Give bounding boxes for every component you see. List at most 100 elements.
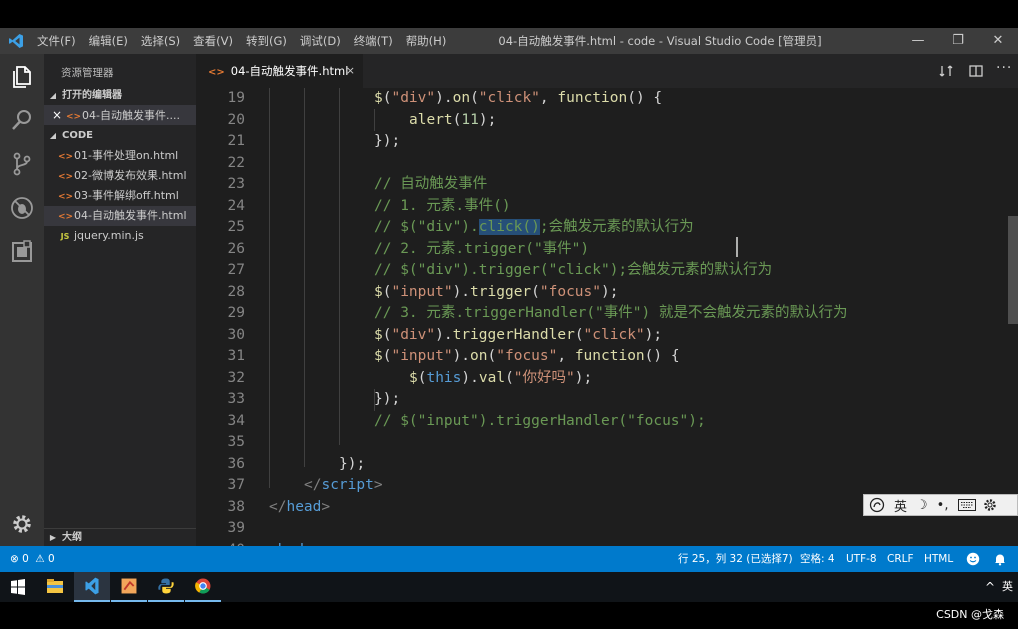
menu-item[interactable]: 帮助(H) (406, 28, 447, 54)
code-line: 20 alert(11); (196, 110, 1018, 132)
code-token: head (286, 498, 322, 515)
code-line: 21}); (196, 131, 1018, 153)
tab-close-icon[interactable]: × (346, 54, 355, 88)
menu-item[interactable]: 查看(V) (193, 28, 233, 54)
file-item[interactable]: JS jquery.min.js (44, 226, 196, 246)
vscode-window: 文件(F) 编辑(E) 选择(S) 查看(V) 转到(G) 调试(D) 终端(T) 帮助(H)… (0, 28, 1018, 572)
watermark: CSDN @戈森 (936, 608, 1004, 621)
windows-start-icon[interactable] (0, 572, 36, 602)
moon-icon[interactable]: ☽ (916, 498, 928, 513)
file-item[interactable]: <>04-自动触发事件.html (44, 206, 196, 226)
code-token: "focus" (539, 283, 601, 300)
close-icon[interactable]: × (44, 105, 62, 125)
menu-item[interactable]: 编辑(E) (89, 28, 128, 54)
encoding[interactable]: UTF-8 (846, 546, 877, 572)
split-editor-icon[interactable] (969, 64, 983, 78)
file-item[interactable]: <>01-事件处理on.html (44, 146, 196, 166)
indentation[interactable]: 空格: 4 (800, 546, 835, 572)
problems-indicator[interactable]: ⊗ 0 ⚠ 0 (10, 546, 55, 572)
menu-item[interactable]: 转到(G) (246, 28, 287, 54)
open-editors-header[interactable]: ◢ 打开的编辑器 (44, 86, 196, 106)
editor-scrollbar-thumb[interactable] (1008, 216, 1018, 324)
punctuation-icon[interactable]: •, (937, 498, 949, 513)
minimize-icon[interactable]: — (898, 28, 938, 54)
code-token: , (539, 90, 558, 106)
status-bar: ⊗ 0 ⚠ 0 行 25，列 32 (已选择7) 空格: 4 UTF-8 CRL… (0, 546, 1018, 572)
code-token: function (574, 348, 645, 364)
html-file-icon: <> (58, 152, 74, 162)
chrome-icon[interactable] (185, 572, 221, 602)
code-token: $ (409, 369, 418, 386)
code-token: ). (435, 326, 453, 343)
debug-icon[interactable] (8, 194, 36, 222)
menu-bar: 文件(F) 编辑(E) 选择(S) 查看(V) 转到(G) 调试(D) 终端(T) 帮助(H) (37, 28, 459, 54)
code-text: alert(11); (409, 110, 496, 132)
python-icon[interactable] (148, 572, 184, 602)
selected-text: click() (478, 219, 540, 235)
source-control-icon[interactable] (8, 150, 36, 178)
tray-language[interactable]: 英 (1002, 572, 1013, 602)
code-token: ). (435, 90, 453, 106)
warning-icon: ⚠ (35, 553, 45, 565)
code-token: on (470, 348, 488, 364)
line-number: 33 (227, 391, 245, 407)
end-of-line[interactable]: CRLF (887, 546, 914, 572)
file-name: 02-微博发布效果.html (74, 169, 187, 182)
keyboard-icon[interactable] (958, 499, 977, 511)
file-item[interactable]: <>03-事件解绑off.html (44, 186, 196, 206)
code-token: "click" (478, 90, 540, 106)
code-editor[interactable]: 19 $("div").on("click", function() {20 ale… (196, 88, 1018, 546)
code-line: 24 // 1. 元素.事件() (196, 196, 1018, 218)
code-text: // $("input").triggerHandler("focus"); (374, 411, 706, 433)
folder-header-code[interactable]: ◢ CODE (44, 126, 196, 146)
code-line: 23 // 自动触发事件 (196, 174, 1018, 196)
file-name: 04-自动触发事件.html (74, 209, 187, 222)
language-mode[interactable]: HTML (924, 546, 953, 572)
tray-expand-icon[interactable]: ^ (985, 572, 995, 602)
code-line: 32 $(this).val("你好吗"); (196, 368, 1018, 390)
extensions-icon[interactable] (8, 238, 36, 266)
code-token: $ (374, 326, 383, 343)
open-changes-icon[interactable] (939, 64, 953, 78)
file-item[interactable]: <>02-微博发布效果.html (44, 166, 196, 186)
restore-icon[interactable]: ❐ (938, 28, 978, 54)
paint-icon[interactable] (111, 572, 147, 602)
line-number: 31 (227, 348, 245, 364)
notification-bell-icon[interactable] (993, 552, 1007, 566)
code-token: $ (374, 283, 383, 300)
js-file-icon: JS (60, 232, 70, 241)
error-icon: ⊗ (10, 553, 19, 565)
code-token: }); (339, 455, 366, 472)
code-token: on (452, 90, 471, 106)
html-file-icon: <> (58, 192, 74, 202)
menu-item[interactable]: 调试(D) (300, 28, 341, 54)
search-icon[interactable] (8, 106, 36, 134)
code-line: 27 // $("div").trigger("click");会触发元素的默认行… (196, 260, 1018, 282)
vscode-icon[interactable] (74, 572, 110, 602)
menu-item[interactable]: 选择(S) (141, 28, 180, 54)
menu-item[interactable]: 文件(F) (37, 28, 76, 54)
more-actions-icon[interactable]: ··· (996, 60, 1012, 76)
file-explorer-icon[interactable] (37, 572, 73, 602)
outline-header[interactable]: ▶ 大纲 (44, 528, 196, 547)
ime-toolbar[interactable]: 英 ☽ •, (863, 494, 1018, 516)
gear-icon[interactable] (983, 498, 997, 512)
feedback-smiley-icon[interactable] (966, 552, 980, 566)
code-token: script (321, 477, 374, 493)
settings-gear-icon[interactable] (8, 510, 36, 538)
ime-mode[interactable]: 英 (894, 496, 907, 515)
code-token: // 3. 元素.triggerHandler("事件") 就是不会触发元素的默… (374, 305, 848, 321)
code-token: ); (478, 111, 497, 128)
close-icon[interactable]: ✕ (978, 28, 1018, 54)
cursor-position[interactable]: 行 25，列 32 (已选择7) (678, 546, 793, 572)
code-line: 33}); (196, 389, 1018, 411)
code-text: // 2. 元素.trigger("事件") (374, 239, 589, 261)
tab-active-file[interactable]: <> 04-自动触发事件.html × (196, 54, 363, 88)
code-line: 29 // 3. 元素.triggerHandler("事件") 就是不会触发元素… (196, 303, 1018, 325)
code-token: ( (505, 369, 514, 386)
code-token: "div" (391, 326, 436, 343)
explorer-icon[interactable] (8, 62, 36, 90)
open-editor-item[interactable]: × <>04-自动触发事件.... (44, 105, 196, 125)
code-token: triggerHandler (452, 326, 575, 343)
menu-item[interactable]: 终端(T) (354, 28, 393, 54)
